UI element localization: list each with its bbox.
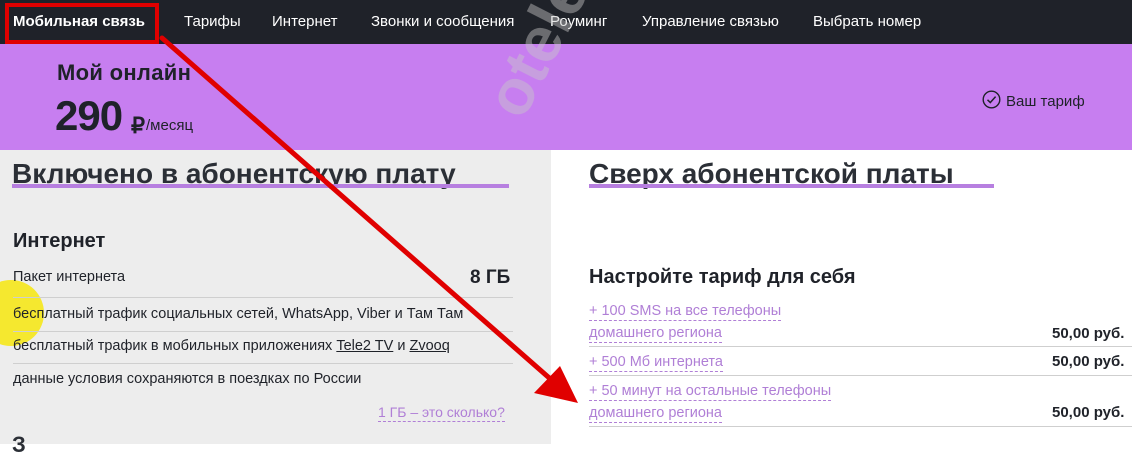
option-sms-link-line2[interactable]: домашнего региона	[589, 324, 722, 343]
option-sms-price: 50,00 руб.	[1052, 325, 1125, 342]
tariff-name: Мой онлайн	[57, 60, 192, 85]
row-divider	[13, 363, 513, 364]
extra-title: Сверх абонентской платы	[589, 158, 994, 190]
nav-item-choose-number[interactable]: Выбрать номер	[813, 0, 921, 44]
title-underline	[12, 184, 509, 188]
option-sms-link-line1[interactable]: + 100 SMS на все телефоны	[589, 302, 782, 321]
included-panel: Включено в абонентскую плату Интернет Па…	[0, 150, 551, 444]
tariff-price: 290	[55, 92, 123, 139]
row-free-apps-and: и	[397, 338, 406, 354]
nav-item-tariffs[interactable]: Тарифы	[184, 0, 241, 44]
option-minutes-link-line1[interactable]: + 50 минут на остальные телефоны	[589, 382, 832, 401]
row-divider	[589, 346, 1132, 347]
package-label: Пакет интернета	[13, 269, 126, 285]
row-free-apps: бесплатный трафик в мобильных приложения…	[13, 338, 450, 354]
nav-item-internet[interactable]: Интернет	[272, 0, 337, 44]
row-free-apps-text: бесплатный трафик в мобильных приложения…	[13, 338, 333, 354]
tariff-period: /месяц	[146, 117, 194, 134]
extra-panel: Сверх абонентской платы Настройте тариф …	[551, 150, 1132, 444]
internet-subtitle: Интернет	[13, 230, 106, 252]
row-divider	[13, 297, 513, 298]
configure-subtitle: Настройте тариф для себя	[589, 266, 856, 288]
option-internet-price: 50,00 руб.	[1052, 353, 1125, 370]
nav-item-management[interactable]: Управление связью	[642, 0, 779, 44]
check-circle-icon	[982, 90, 1001, 113]
nav-item-calls-messages[interactable]: Звонки и сообщения	[371, 0, 514, 44]
included-title: Включено в абонентскую плату	[12, 158, 509, 190]
option-internet-link[interactable]: + 500 Мб интернета	[589, 353, 723, 372]
package-value: 8 ГБ	[470, 267, 511, 288]
nav-item-roaming[interactable]: Роуминг	[550, 0, 607, 44]
row-free-social: бесплатный трафик социальных сетей, What…	[13, 306, 464, 322]
gb-explainer-link[interactable]: 1 ГБ – это сколько?	[378, 403, 505, 422]
option-minutes-link-line2[interactable]: домашнего региона	[589, 404, 722, 423]
your-tariff-badge[interactable]: Ваш тариф	[982, 90, 1085, 113]
option-minutes-price: 50,00 руб.	[1052, 404, 1125, 421]
row-divider	[13, 331, 513, 332]
row-divider	[589, 426, 1132, 427]
row-roaming-conditions: данные условия сохраняются в поездках по…	[13, 371, 362, 387]
annotation-highlight-box	[5, 3, 159, 44]
top-navigation: Мобильная связь Тарифы Интернет Звонки и…	[0, 0, 1132, 44]
your-tariff-label: Ваш тариф	[1006, 93, 1085, 110]
tariff-currency: ₽	[131, 113, 145, 138]
row-divider	[589, 375, 1132, 376]
next-section-title-cut: З	[12, 432, 26, 457]
tele2-tv-link[interactable]: Tele2 TV	[336, 338, 393, 354]
zvooq-link[interactable]: Zvooq	[409, 338, 449, 354]
title-underline	[589, 184, 994, 188]
